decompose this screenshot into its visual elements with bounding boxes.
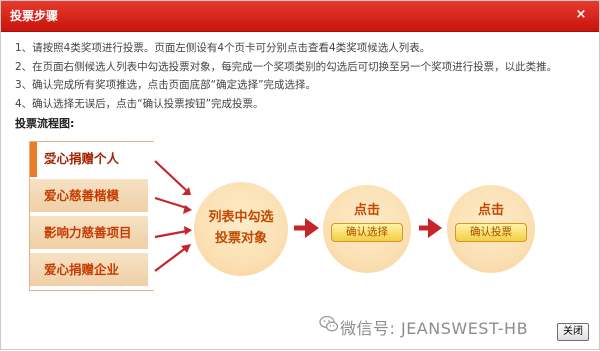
tab-influential-charity-project[interactable]: 影响力慈善项目 — [30, 216, 148, 251]
tab-love-donation-individual[interactable]: > 爱心捐赠个人 — [30, 142, 148, 177]
confirm-selection-button[interactable]: 确认选择 — [331, 223, 403, 242]
arrow-step2-to-step3 — [419, 218, 442, 238]
step1-line1: 列表中勾选 — [208, 210, 274, 225]
step2-click-label: 点击 — [353, 203, 380, 218]
tab-label: 爱心捐赠企业 — [44, 262, 120, 277]
wechat-icon — [319, 315, 339, 332]
arrowhead-tab3 — [184, 226, 192, 235]
award-tabs: > 爱心捐赠个人 爱心慈善楷模 影响力慈善项目 爱心捐赠企业 — [29, 141, 154, 291]
arrow-tab1 — [154, 160, 188, 192]
voting-steps-dialog: 投票步骤 × 1、请按照4类奖项进行投票。页面左侧设有4个页卡可分别点击查看4类… — [0, 0, 600, 350]
tab-label: 爱心捐赠个人 — [44, 151, 120, 166]
step2-circle: 点击 确认选择 — [323, 185, 411, 273]
step3-circle: 点击 确认投票 — [447, 185, 535, 273]
tab-love-donation-enterprise[interactable]: 爱心捐赠企业 — [30, 253, 148, 288]
close-button[interactable]: 关闭 — [557, 323, 589, 341]
arrow-tab2 — [154, 196, 188, 210]
tab-label: 影响力慈善项目 — [44, 225, 132, 240]
step3-click-label: 点击 — [477, 203, 504, 218]
tab-label: 爱心慈善楷模 — [44, 188, 120, 203]
arrow-tab3 — [154, 229, 188, 239]
arrow-step1-to-step2 — [294, 218, 319, 238]
wechat-watermark: 微信号: JEANSWEST-HB — [340, 319, 529, 338]
tab-charity-model[interactable]: 爱心慈善楷模 — [30, 179, 148, 214]
step1-circle: 列表中勾选 投票对象 — [194, 182, 288, 276]
confirm-vote-button[interactable]: 确认投票 — [455, 223, 527, 242]
arrow-tab4 — [154, 246, 188, 272]
active-tab-marker: > — [30, 142, 54, 177]
chevron-right-icon: > — [46, 154, 54, 164]
step1-line2: 投票对象 — [214, 231, 267, 246]
